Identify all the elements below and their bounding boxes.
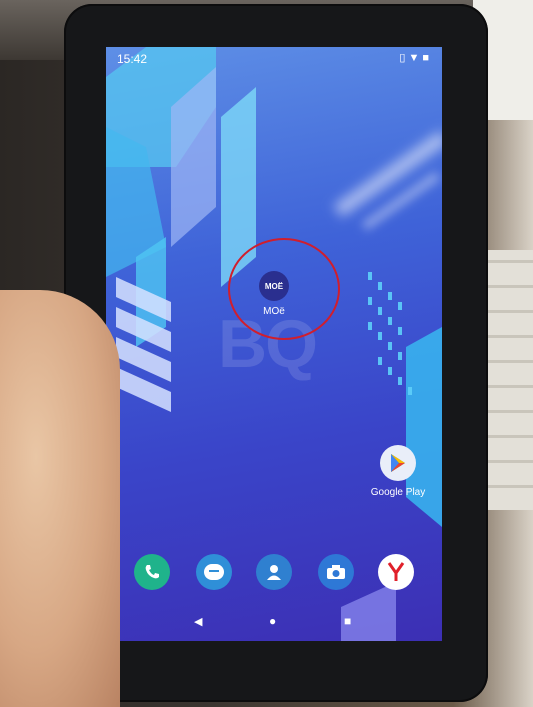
status-time: 15:42 — [117, 52, 148, 66]
yandex-icon — [378, 554, 414, 590]
camera-icon — [318, 554, 354, 590]
home-button[interactable]: ● — [269, 614, 276, 628]
dock-messages[interactable] — [196, 554, 232, 590]
dock-yandex[interactable] — [378, 554, 414, 590]
dock-phone[interactable] — [134, 554, 170, 590]
google-play-icon — [380, 445, 416, 481]
status-icons: ▯▼■ — [399, 51, 432, 64]
messages-icon — [196, 554, 232, 590]
wifi-icon: ▼ — [408, 52, 423, 64]
dock-contacts[interactable] — [256, 554, 292, 590]
battery-icon: ■ — [422, 52, 432, 64]
recents-button[interactable]: ■ — [344, 614, 351, 628]
highlight-ring — [228, 238, 340, 340]
dock-camera[interactable] — [318, 554, 354, 590]
app-label-google-play: Google Play — [370, 487, 426, 498]
contacts-icon — [256, 554, 292, 590]
status-bar: 15:42 ▯▼■ — [106, 47, 442, 69]
phone-icon — [134, 554, 170, 590]
back-button[interactable]: ◀ — [194, 615, 202, 628]
home-screen[interactable]: BQ 15:42 ▯▼■ MOЁ МОё Google Play ◀ ● ■ — [106, 47, 442, 641]
hand — [0, 290, 120, 707]
app-google-play[interactable]: Google Play — [360, 445, 436, 498]
